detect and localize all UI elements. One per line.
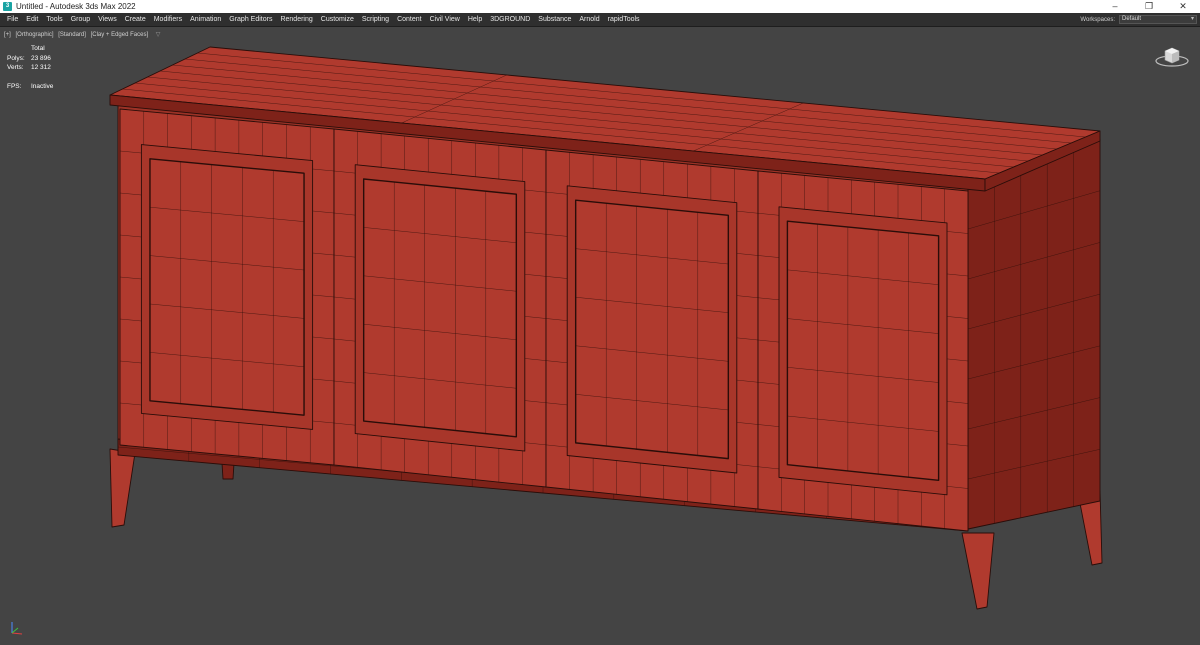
menu-content[interactable]: Content [393, 13, 426, 26]
side-panel [967, 138, 1101, 530]
viewport-display-menu[interactable]: [Clay + Edged Faces] [91, 32, 149, 38]
menu-civil-view[interactable]: Civil View [426, 13, 464, 26]
title-bar: 3 Untitled - Autodesk 3ds Max 2022 – ❐ ✕ [0, 0, 1200, 13]
verts-label: Verts: [7, 64, 24, 71]
verts-value: 12 312 [31, 64, 51, 71]
menu-3dground[interactable]: 3DGROUND [486, 13, 534, 26]
workspace-value: Default [1122, 16, 1142, 22]
menu-graph-editors[interactable]: Graph Editors [225, 13, 276, 26]
workspace-select[interactable]: Default ▾ [1119, 15, 1197, 24]
menu-tools[interactable]: Tools [42, 13, 66, 26]
front-leg-left [109, 448, 136, 528]
fps-label: FPS: [7, 82, 22, 90]
menu-scripting[interactable]: Scripting [358, 13, 393, 26]
stats-header: Total [31, 45, 45, 52]
workspaces-label: Workspaces: [1080, 16, 1115, 23]
menu-modifiers[interactable]: Modifiers [150, 13, 186, 26]
minimize-button[interactable]: – [1098, 0, 1132, 13]
viewcube-icon[interactable] [1154, 43, 1190, 69]
close-button[interactable]: ✕ [1166, 0, 1200, 13]
perspective-viewport[interactable]: [+] [Orthographic] [Standard] [Clay + Ed… [0, 26, 1200, 645]
menu-group[interactable]: Group [67, 13, 94, 26]
menu-bar: File Edit Tools Group Views Create Modif… [0, 13, 1200, 26]
menu-edit[interactable]: Edit [22, 13, 42, 26]
sideboard-model [109, 46, 1103, 610]
door-4-panel [786, 220, 940, 482]
axis-tripod-icon [11, 622, 23, 635]
door-1-panel [149, 158, 305, 416]
menu-help[interactable]: Help [464, 13, 486, 26]
menu-file[interactable]: File [3, 13, 22, 26]
menu-customize[interactable]: Customize [317, 13, 358, 26]
front-leg-right [961, 532, 995, 610]
viewport-label-menu[interactable]: [+] [Orthographic] [Standard] [Clay + Ed… [4, 31, 163, 38]
restore-button[interactable]: ❐ [1132, 0, 1166, 13]
statistics-overlay: Total Polys: 23 896 Verts: 12 312 FPS: Inac… [7, 44, 53, 91]
door-3-panel [574, 199, 730, 460]
menu-rapidtools[interactable]: rapidTools [604, 13, 644, 26]
viewport-general-menu[interactable]: [+] [4, 32, 11, 38]
menu-views[interactable]: Views [94, 13, 121, 26]
door-2-panel [362, 178, 518, 438]
menu-arnold[interactable]: Arnold [575, 13, 603, 26]
viewport-view-menu[interactable]: [Orthographic] [16, 32, 54, 38]
filter-icon[interactable]: ▽ [156, 32, 161, 38]
menu-animation[interactable]: Animation [186, 13, 225, 26]
menu-create[interactable]: Create [121, 13, 150, 26]
chevron-down-icon: ▾ [1190, 16, 1194, 22]
polys-label: Polys: [7, 54, 25, 62]
viewport-shading-menu[interactable]: [Standard] [58, 32, 86, 38]
fps-value: Inactive [31, 82, 54, 90]
menu-rendering[interactable]: Rendering [276, 13, 316, 26]
polys-value: 23 896 [31, 54, 51, 62]
menu-items: File Edit Tools Group Views Create Modif… [0, 13, 1080, 26]
menu-substance[interactable]: Substance [534, 13, 575, 26]
app-icon: 3 [3, 2, 12, 11]
window-title: Untitled - Autodesk 3ds Max 2022 [16, 2, 136, 11]
